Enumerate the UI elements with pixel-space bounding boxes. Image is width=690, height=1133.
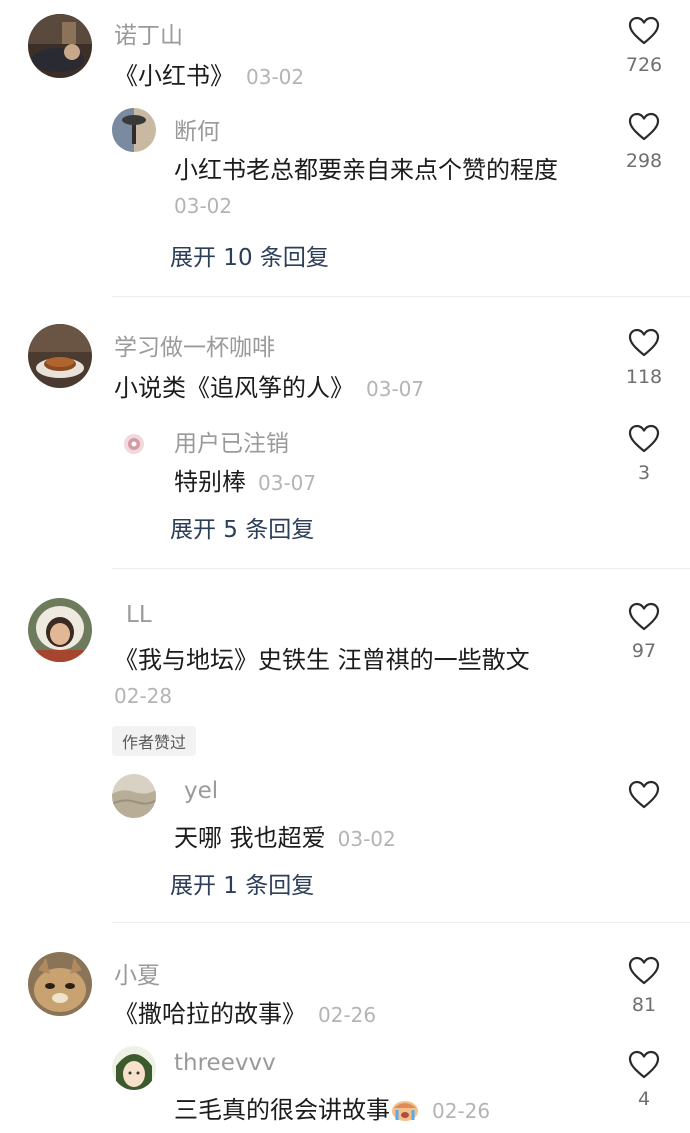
crying-face-emoji (392, 1101, 418, 1121)
heart-outline-icon (628, 780, 660, 809)
reply-author[interactable]: 断何 (174, 112, 220, 146)
divider (112, 296, 690, 297)
like-count: 118 (625, 366, 663, 388)
reply-text: 三毛真的很会讲故事 02-26 (174, 1090, 490, 1125)
divider (112, 922, 690, 923)
like-button[interactable]: 298 (624, 112, 664, 172)
reply-author[interactable]: yel (184, 778, 218, 804)
avatar[interactable] (28, 324, 92, 388)
like-button[interactable]: 81 (624, 956, 664, 1016)
avatar[interactable] (112, 774, 156, 818)
avatar[interactable] (28, 952, 92, 1016)
reply-text: 特别棒 03-07 (174, 462, 316, 497)
heart-outline-icon (628, 112, 660, 141)
heart-outline-icon (628, 1050, 660, 1079)
expand-replies-button[interactable]: 展开 10 条回复 (170, 238, 329, 272)
like-count: 3 (637, 462, 651, 484)
comment-date: 02-26 (318, 1003, 377, 1027)
reply-text: 天哪 我也超爱 03-02 (174, 818, 396, 853)
comment-author[interactable]: 诺丁山 (114, 16, 183, 50)
like-button[interactable]: 726 (624, 16, 664, 76)
like-count: 97 (631, 640, 657, 662)
reply-date: 03-02 (337, 827, 396, 851)
like-button[interactable]: 118 (624, 328, 664, 388)
heart-outline-icon (628, 956, 660, 985)
comment-text: 《撒哈拉的故事》 02-26 (114, 994, 376, 1029)
reply-date: 03-02 (174, 194, 233, 218)
like-count: 81 (631, 994, 657, 1016)
heart-outline-icon (628, 16, 660, 45)
comment-author[interactable]: 小夏 (114, 956, 160, 990)
comment-text: 《小红书》 03-02 (114, 56, 304, 91)
like-button[interactable]: 97 (624, 602, 664, 662)
comment-body: 《小红书》 (114, 62, 234, 90)
like-button[interactable]: 4 (624, 1050, 664, 1110)
heart-outline-icon (628, 602, 660, 631)
comment-author[interactable]: LL (126, 602, 152, 628)
reply-author[interactable]: threevvv (174, 1050, 276, 1076)
divider (112, 568, 690, 569)
like-count: 726 (625, 54, 663, 76)
avatar[interactable] (28, 14, 92, 78)
comment-date: 03-07 (366, 377, 425, 401)
like-count: 4 (637, 1088, 651, 1110)
expand-replies-button[interactable]: 展开 1 条回复 (170, 866, 314, 900)
heart-outline-icon (628, 424, 660, 453)
reply-date: 02-26 (432, 1099, 491, 1123)
heart-outline-icon (628, 328, 660, 357)
reply-date: 03-07 (258, 471, 317, 495)
like-count: 298 (625, 150, 663, 172)
like-button[interactable]: 3 (624, 424, 664, 484)
author-liked-badge: 作者赞过 (112, 726, 197, 756)
reply-author[interactable]: 用户已注销 (174, 424, 289, 458)
comment-body: 小说类《追风筝的人》 (114, 374, 354, 402)
reply-body: 天哪 我也超爱 (174, 824, 326, 852)
comment-author[interactable]: 学习做一杯咖啡 (114, 328, 275, 362)
comment-date: 02-28 (114, 684, 173, 708)
comment-body: 《我与地坛》史铁生 汪曾祺的一些散文 (114, 646, 530, 674)
avatar[interactable] (28, 598, 92, 662)
like-button[interactable] (624, 780, 664, 810)
reply-body: 三毛真的很会讲故事 (174, 1096, 390, 1124)
avatar[interactable] (112, 108, 156, 152)
comment-body: 《撒哈拉的故事》 (114, 1000, 306, 1028)
avatar[interactable] (112, 422, 156, 466)
reply-body: 特别棒 (174, 468, 246, 496)
comment-text: 小说类《追风筝的人》 03-07 (114, 368, 424, 403)
comment-date: 03-02 (246, 65, 305, 89)
expand-replies-button[interactable]: 展开 5 条回复 (170, 510, 314, 544)
avatar[interactable] (112, 1046, 156, 1090)
reply-body: 小红书老总都要亲自来点个赞的程度 (174, 156, 558, 184)
